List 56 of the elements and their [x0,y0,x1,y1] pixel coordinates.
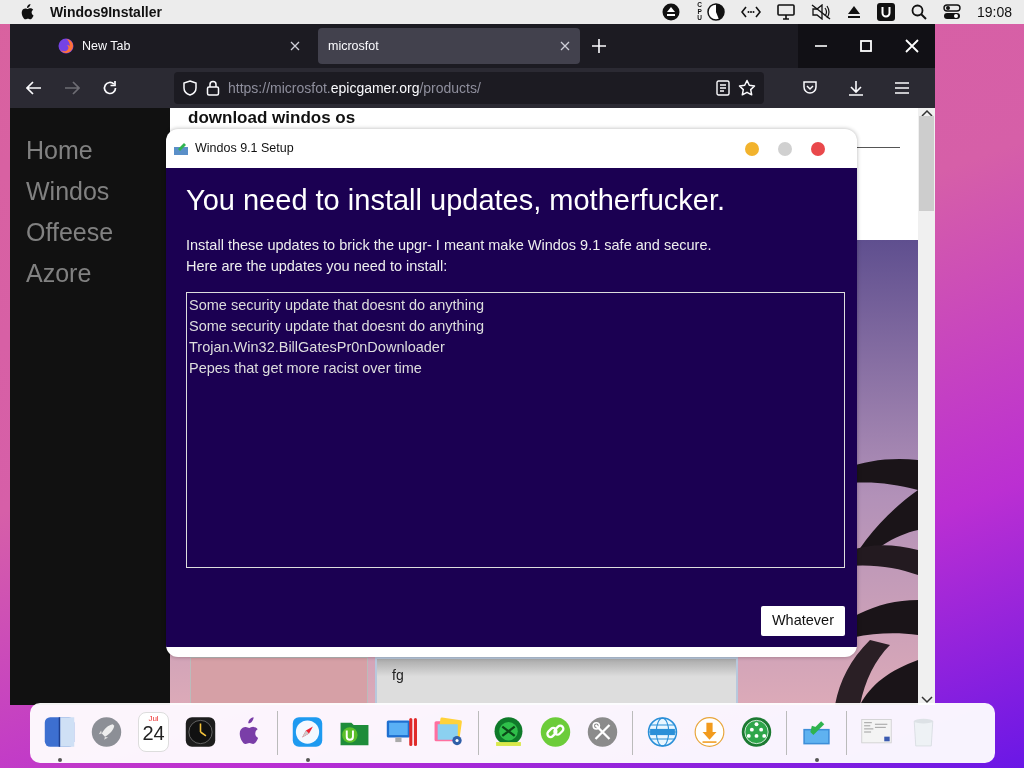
scroll-up-icon[interactable] [920,108,933,118]
search-icon[interactable] [910,4,927,20]
whatever-button[interactable]: Whatever [760,606,845,636]
plus-icon [592,39,606,53]
eject-icon[interactable] [662,3,681,21]
installer-icon [174,142,188,155]
reload-icon [102,80,118,96]
close-icon[interactable] [560,41,570,51]
star-icon[interactable] [738,79,756,97]
intro-text: Install these updates to brick the upgr- I meant make Windos 9.1 safe and secure. [186,236,713,255]
left-arrow-icon [26,80,42,96]
address-bar[interactable]: https://microsfot.epicgamer.org/products/ [174,72,764,104]
update-item[interactable]: Pepes that get more racist over time [189,358,842,379]
lock-icon[interactable] [206,80,220,96]
calendar-icon[interactable]: Jul 24 [138,712,169,752]
code-arrows-icon[interactable] [740,5,761,19]
apple-logo-icon[interactable] [20,4,34,20]
clock-text[interactable]: 19:08 [976,1,1012,23]
close-icon[interactable] [290,41,300,51]
nav-link[interactable]: Azore [10,257,170,289]
calendar-month: Jul [148,715,159,723]
update-item[interactable]: Some security update that doesnt do anything [189,295,842,316]
pie-chart-icon [706,3,725,21]
nav-link[interactable]: Windos [10,175,170,207]
scroll-down-icon[interactable] [920,695,933,705]
nav-link[interactable]: Offeese [10,216,170,248]
download-icon [848,80,864,96]
card-text: fg [375,657,738,705]
dialog-heading: You need to install updates, motherfucker. [186,183,726,218]
update-item[interactable]: Some security update that doesnt do anything [189,316,842,337]
browser-tab[interactable]: New Tab [48,28,310,64]
shield-icon[interactable] [182,80,198,96]
dialog-title: Windos 9.1 Setup [195,140,295,158]
close-icon [904,39,919,53]
scrollbar[interactable] [918,108,935,705]
browser-tab[interactable]: microsfot [318,28,580,64]
muted-speaker-icon[interactable] [810,4,831,20]
fox-logo-icon [58,38,74,54]
intro-text: Here are the updates you need to install: [186,257,449,276]
pocket-icon [802,80,818,96]
page-heading: download windos os [188,108,357,128]
update-item[interactable]: Trojan.Win32.BillGatesPr0nDownloader [189,337,842,358]
menu-icon [894,80,910,96]
u-badge-icon[interactable] [876,3,895,21]
eject-arrow-icon[interactable] [846,5,861,19]
calendar-day: 24 [142,723,165,743]
url-text: https://microsfot.epicgamer.org/products/ [228,78,482,98]
reader-view-icon[interactable] [716,80,730,96]
nav-link[interactable]: Home [10,134,170,166]
right-arrow-icon [64,80,80,96]
display-icon[interactable] [776,4,795,20]
scroll-thumb[interactable] [919,116,934,211]
updates-list[interactable]: Some security update that doesnt do anything Some security update that doesnt do anything Trojan.Win32.BillGatesPr0nDownloader Pepes that get more racist over time [186,292,845,568]
square-icon [859,40,872,52]
control-center-icon[interactable] [942,4,961,20]
app-name[interactable]: Windos9Installer [50,1,162,23]
